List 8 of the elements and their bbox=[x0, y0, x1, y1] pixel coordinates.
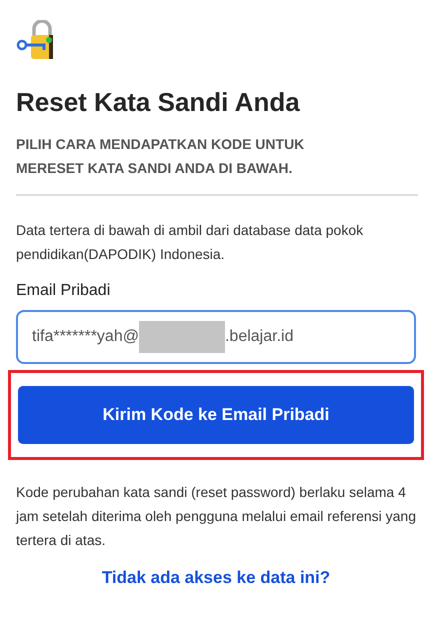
note-text: Kode perubahan kata sandi (reset password) berlaku selama 4 jam setelah diterima oleh pengguna melalui email referensi yang tertera di atas. bbox=[16, 483, 416, 550]
field-label: Email Pribadi bbox=[16, 281, 112, 301]
email-field[interactable]: tifa*******yah@ .belajar.id bbox=[16, 310, 416, 364]
subtitle: PILIH CARA MENDAPATKAN KODE UNTUK MERESET KATA SANDI ANDA DI BAWAH. bbox=[16, 135, 306, 178]
info-text: Data tertera di bawah di ambil dari database data pokok pendidikan(DAPODIK) Indonesia. bbox=[16, 221, 364, 264]
page-title: Reset Kata Sandi Anda bbox=[16, 86, 301, 118]
send-code-button[interactable]: Kirim Kode ke Email Pribadi bbox=[18, 386, 414, 444]
no-access-link[interactable]: Tidak ada akses ke data ini? bbox=[102, 568, 330, 588]
